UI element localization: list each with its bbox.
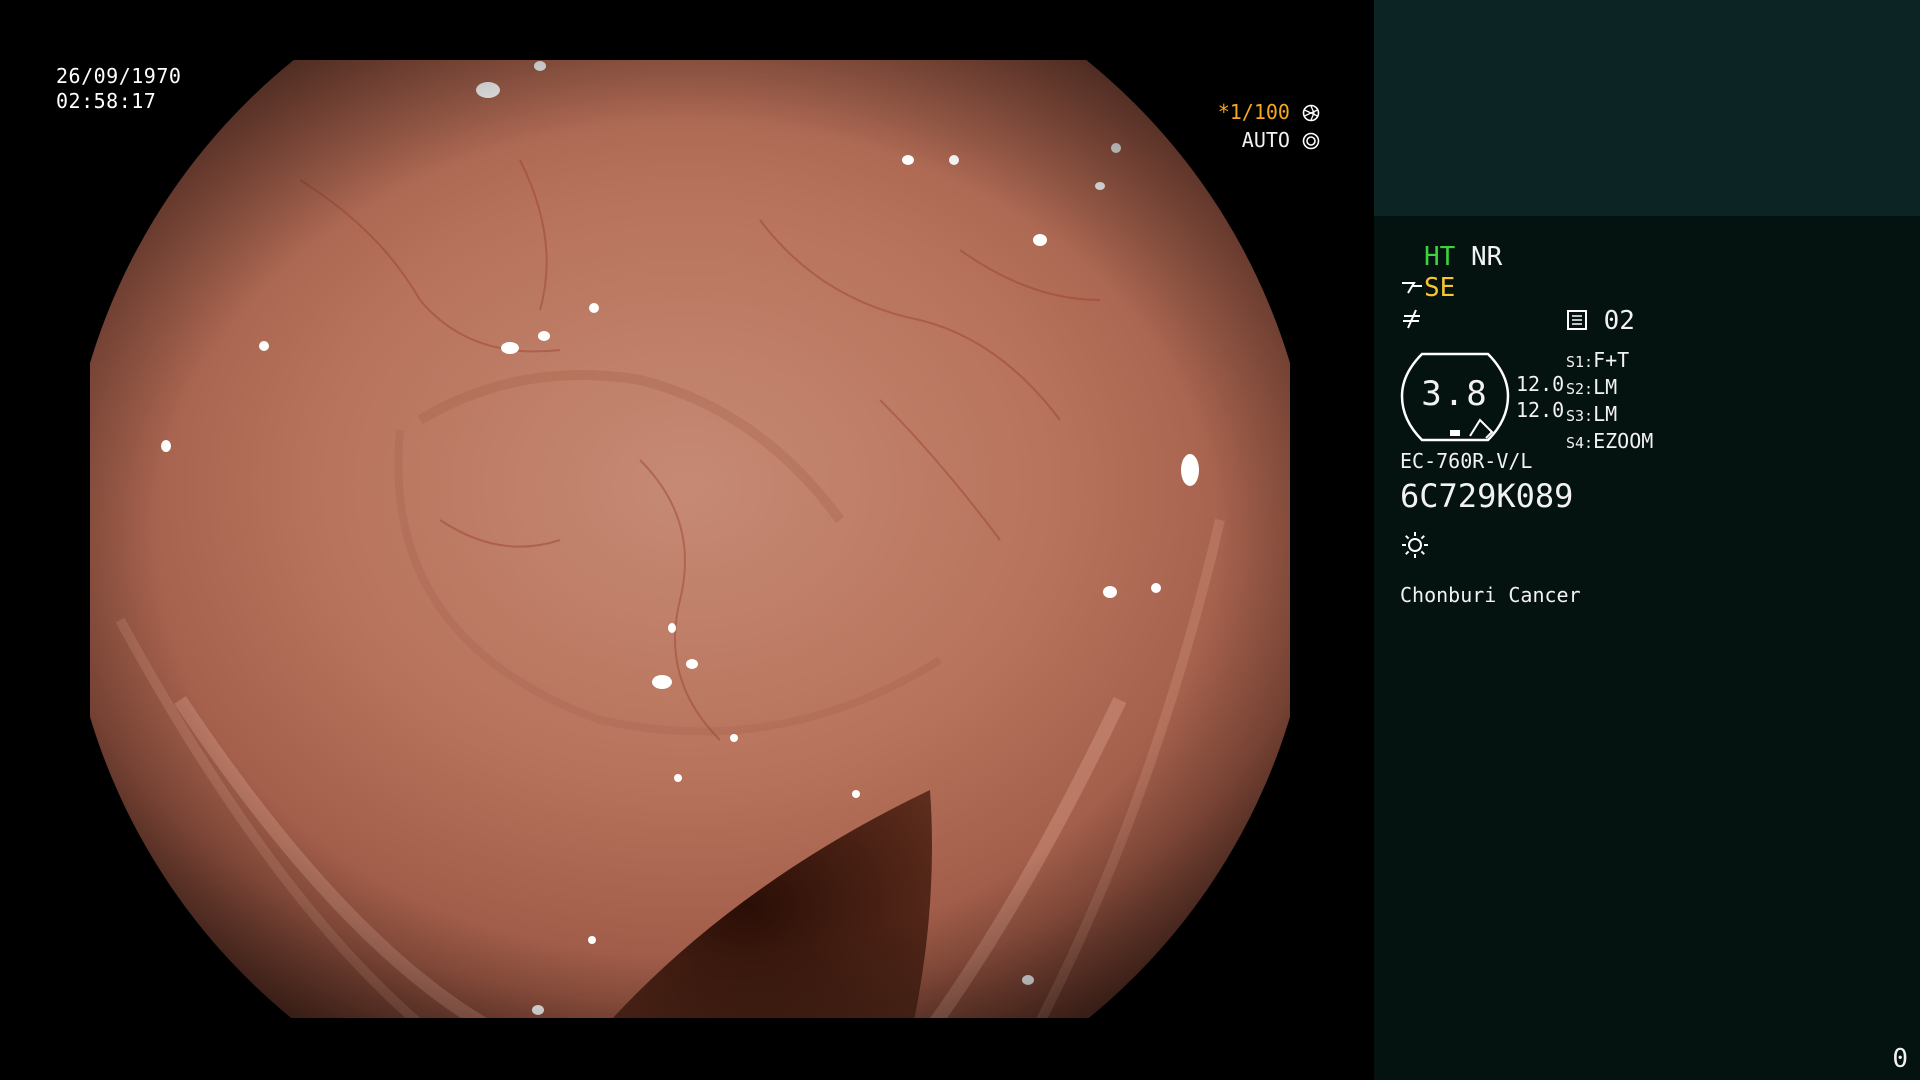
ht-label: HT: [1424, 242, 1456, 272]
memory-count: 02: [1603, 306, 1635, 336]
switch-value: LM: [1593, 402, 1618, 426]
panel-header-area: [1374, 0, 1920, 216]
light-source-icon: [1402, 532, 1428, 558]
datetime: 26/09/1970 02:58:17: [56, 64, 181, 114]
switch-item: S4:EZOOM: [1566, 429, 1653, 456]
shutter-row: *1/100: [1190, 98, 1320, 126]
freeze-icon: [1403, 309, 1420, 329]
switch-item: S1:F+T: [1566, 348, 1653, 375]
processing-row: HT NR: [1424, 242, 1502, 272]
switch-key: S3:: [1566, 407, 1594, 425]
scope-model: EC-760R-V/L: [1400, 449, 1533, 473]
shutter-speed: 1/100: [1229, 100, 1290, 124]
endoscopic-image: [90, 60, 1290, 1018]
shutter-prefix: *: [1217, 100, 1230, 124]
time-text: 02:58:17: [56, 89, 157, 113]
info-panel: HT NR SE 02 3.8 12.0 12.0 S1:F+T S2:LM S…: [1374, 0, 1920, 1080]
iris-row: AUTO: [1190, 126, 1320, 154]
camera-settings: *1/100 AUTO: [1190, 98, 1320, 154]
page-number: 0: [1892, 1044, 1908, 1074]
structure-enhance-row: SE: [1400, 273, 1455, 303]
zoom-gauge: 3.8: [1400, 352, 1510, 442]
switch-item: S3:LM: [1566, 402, 1653, 429]
scope-serial: 6C729K089: [1400, 477, 1574, 515]
nr-label: NR: [1470, 242, 1503, 272]
switch-key: S1:: [1566, 353, 1594, 371]
zoom-sub-values: 12.0 12.0: [1516, 372, 1564, 422]
structure-enhance-icon: [1402, 282, 1422, 294]
light-row: [1400, 530, 1430, 564]
iris-mode: AUTO: [1241, 128, 1290, 152]
switch-value: EZOOM: [1593, 429, 1654, 453]
endoscope-view: 26/09/1970 02:58:17 *1/100 AUTO: [0, 0, 1374, 1080]
hospital-name: Chonburi Cancer: [1400, 583, 1581, 607]
memory-row: 02: [1566, 306, 1635, 336]
se-label: SE: [1424, 273, 1456, 303]
zoom-value: 3.8: [1421, 374, 1489, 414]
date-text: 26/09/1970: [56, 64, 182, 88]
switch-key: S2:: [1566, 380, 1594, 398]
iris-icon: [1302, 132, 1320, 150]
zoom-sub-top: 12.0: [1516, 372, 1565, 396]
shutter-icon: [1302, 104, 1320, 122]
switch-item: S2:LM: [1566, 375, 1653, 402]
switch-list: S1:F+T S2:LM S3:LM S4:EZOOM: [1566, 348, 1653, 456]
zoom-sub-bottom: 12.0: [1516, 398, 1565, 422]
switch-key: S4:: [1566, 434, 1594, 452]
memory-card-icon: [1567, 310, 1587, 330]
switch-value: F+T: [1593, 348, 1630, 372]
freeze-row: [1400, 306, 1424, 334]
switch-value: LM: [1593, 375, 1618, 399]
